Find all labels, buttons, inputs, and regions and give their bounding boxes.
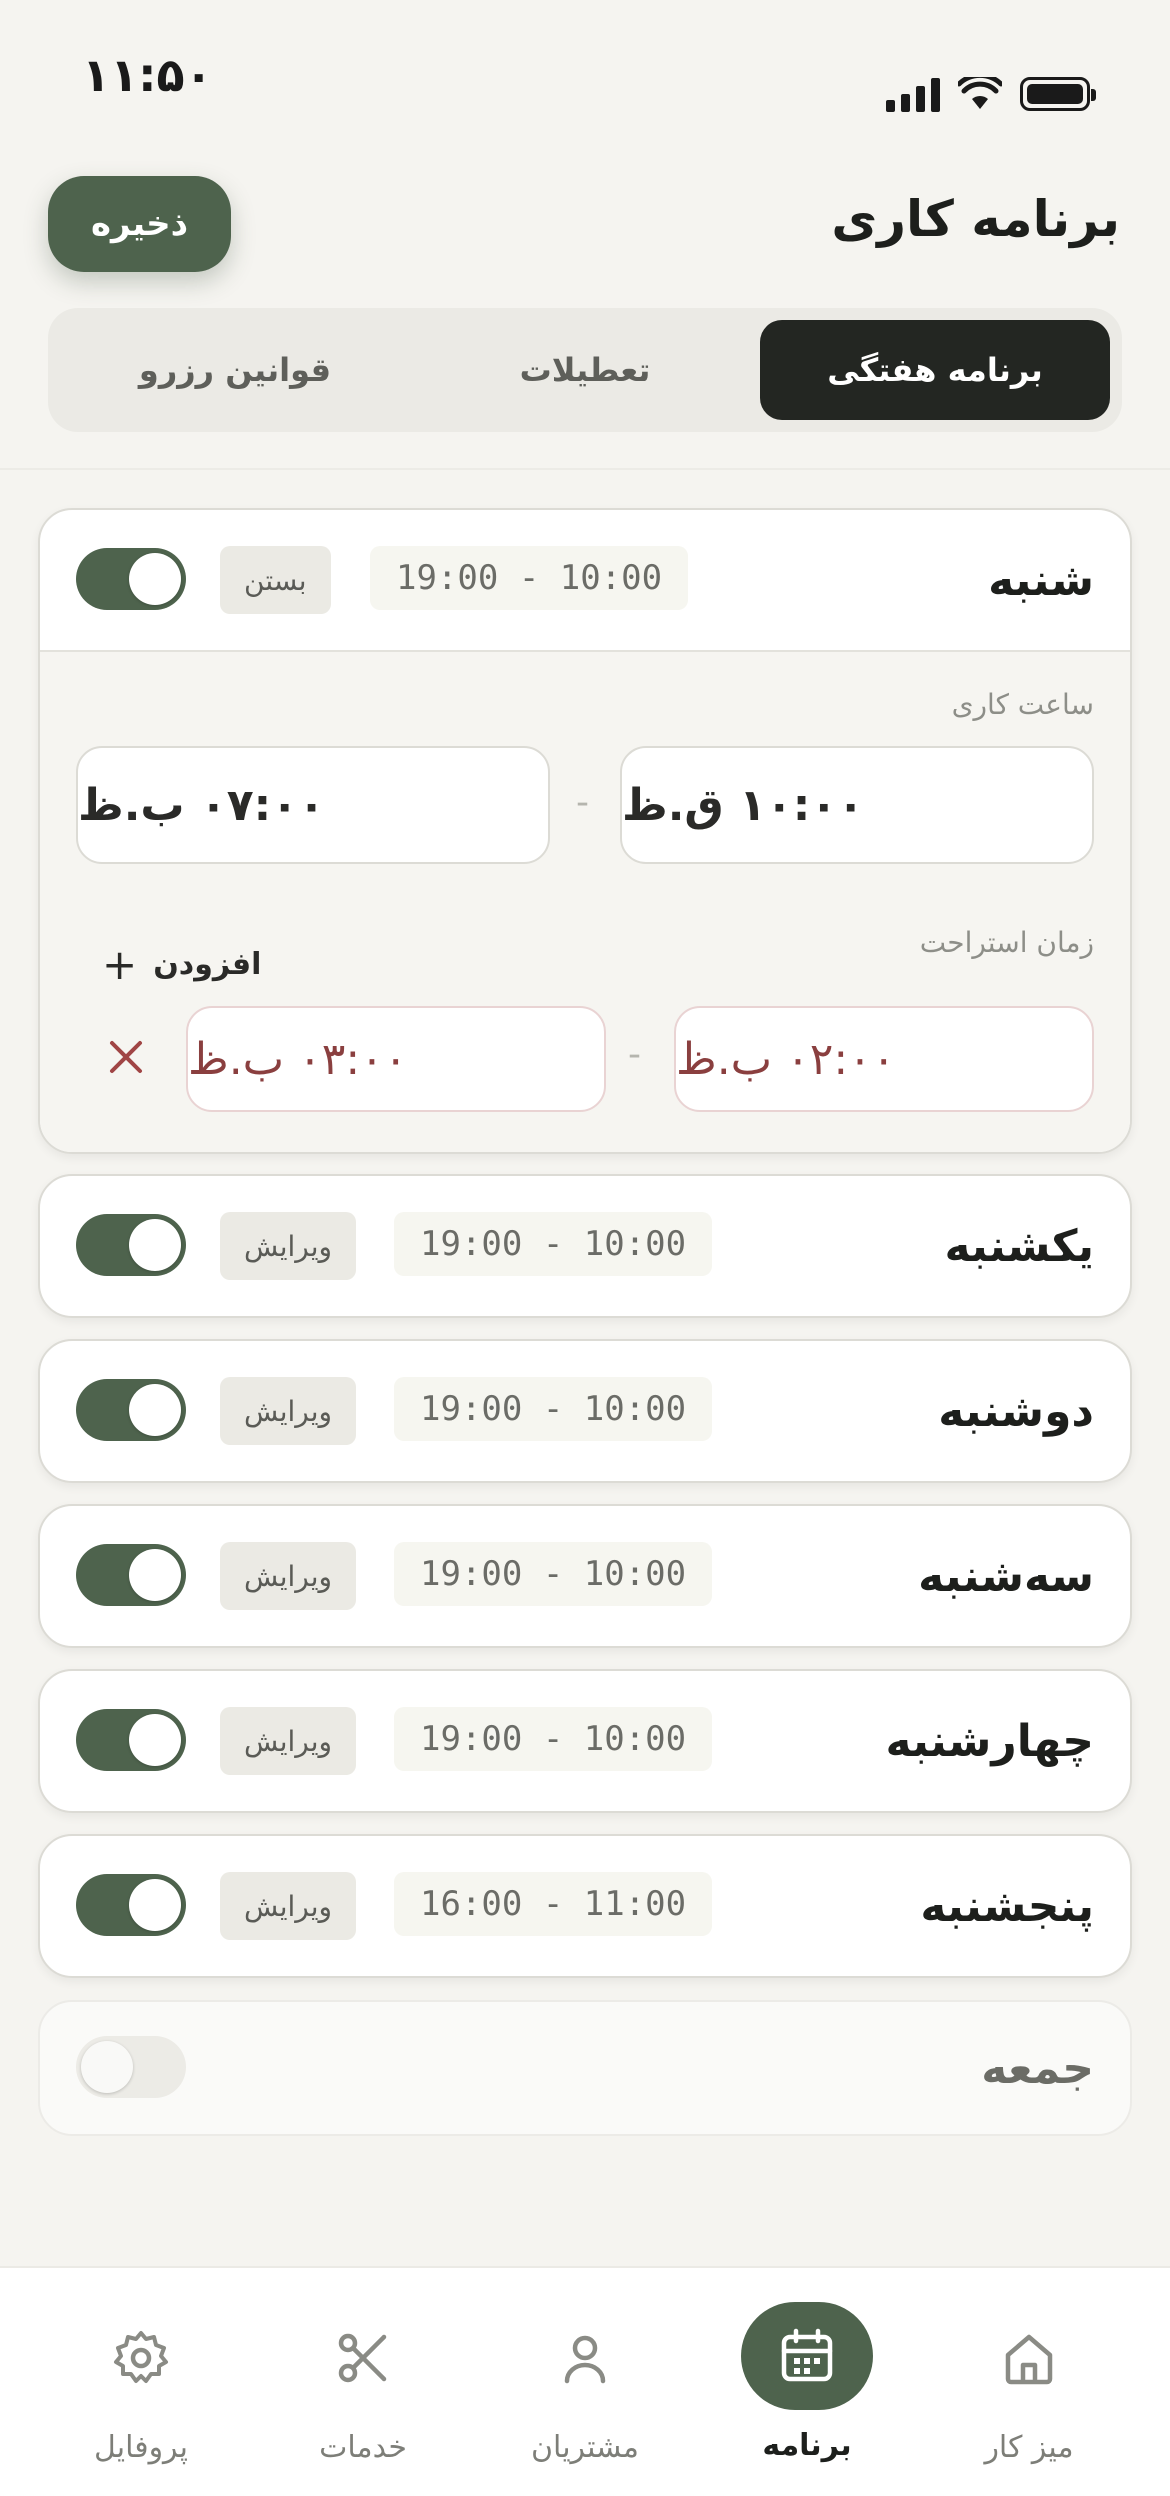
nav-label: میز کار <box>984 2430 1074 2465</box>
close-edit-button[interactable]: بستن <box>220 546 331 614</box>
break-start-field[interactable]: ۰۲:۰۰ ب.ظ <box>674 1006 1094 1112</box>
range-dash: - <box>576 782 589 823</box>
user-icon <box>519 2304 651 2412</box>
nav-label: مشتریان <box>531 2430 639 2465</box>
day-toggle[interactable] <box>76 548 186 610</box>
break-time-label: زمان استراحت <box>919 926 1094 959</box>
scissors-icon <box>297 2304 429 2412</box>
add-break-label: افزودن <box>153 947 262 982</box>
status-bar: ۱۱:۵۰ <box>0 0 1170 150</box>
day-card-thursday: پنجشنبه 16:00 - 11:00 ویرایش <box>38 1834 1132 1978</box>
close-icon[interactable] <box>96 1027 156 1087</box>
time-range: 16:00 - 11:00 <box>394 1872 713 1936</box>
day-row[interactable]: سه‌شنبه 19:00 - 10:00 ویرایش <box>40 1506 1130 1646</box>
end-time-field[interactable]: ۰۷:۰۰ ب.ظ <box>76 746 550 864</box>
header: برنامه کاری ذخیره <box>0 176 1170 276</box>
nav-item-schedule[interactable]: برنامه <box>707 2268 907 2496</box>
day-row[interactable]: پنجشنبه 16:00 - 11:00 ویرایش <box>40 1836 1130 1976</box>
day-toggle[interactable] <box>76 1214 186 1276</box>
day-toggle[interactable] <box>76 1709 186 1771</box>
nav-item-profile[interactable]: پروفایل <box>41 2268 241 2496</box>
day-name: جمعه <box>981 2042 1094 2094</box>
day-row[interactable]: یکشنبه 19:00 - 10:00 ویرایش <box>40 1176 1130 1316</box>
time-range: 19:00 - 10:00 <box>394 1542 713 1606</box>
wifi-icon <box>958 77 1002 109</box>
edit-button[interactable]: ویرایش <box>220 1872 357 1940</box>
time-range: 19:00 - 10:00 <box>394 1212 713 1276</box>
add-break-button[interactable]: + افزودن <box>102 940 261 989</box>
time-range: 19:00 - 10:00 <box>394 1377 713 1441</box>
day-name: چهارشنبه <box>885 1715 1094 1767</box>
nav-label: برنامه <box>762 2428 852 2463</box>
edit-button[interactable]: ویرایش <box>220 1707 357 1775</box>
day-card-friday: جمعه <box>38 2000 1132 2136</box>
day-toggle[interactable] <box>76 2036 186 2098</box>
day-card-wednesday: چهارشنبه 19:00 - 10:00 ویرایش <box>38 1669 1132 1813</box>
bottom-nav: میز کار برنامه مشتریان خدمات پروفایل <box>0 2266 1170 2496</box>
time-range: 19:00 - 10:00 <box>394 1707 713 1771</box>
divider <box>0 468 1170 470</box>
day-card-tuesday: سه‌شنبه 19:00 - 10:00 ویرایش <box>38 1504 1132 1648</box>
tab-booking-rules[interactable]: قوانین رزرو <box>60 320 410 420</box>
day-row[interactable]: جمعه <box>40 2002 1130 2134</box>
status-time: ۱۱:۵۰ <box>82 48 213 102</box>
page-title: برنامه کاری <box>831 190 1120 248</box>
edit-button[interactable]: ویرایش <box>220 1542 357 1610</box>
day-row[interactable]: شنبه 19:00 - 10:00 بستن <box>40 510 1130 650</box>
calendar-icon <box>741 2302 873 2410</box>
home-icon <box>963 2304 1095 2412</box>
battery-icon <box>1020 77 1096 111</box>
working-hours-label: ساعت کاری <box>951 688 1094 721</box>
edit-button[interactable]: ویرایش <box>220 1377 357 1445</box>
gear-icon <box>75 2304 207 2412</box>
day-toggle[interactable] <box>76 1874 186 1936</box>
nav-item-services[interactable]: خدمات <box>263 2268 463 2496</box>
day-name: سه‌شنبه <box>918 1550 1094 1602</box>
day-name: یکشنبه <box>944 1220 1095 1272</box>
save-button[interactable]: ذخیره <box>48 176 231 272</box>
expanded-day-panel: ساعت کاری ۱۰:۰۰ ق.ظ - ۰۷:۰۰ ب.ظ زمان است… <box>40 650 1130 1152</box>
tab-weekly-schedule[interactable]: برنامه هفتگی <box>760 320 1110 420</box>
cellular-signal-icon <box>886 76 940 112</box>
nav-label: خدمات <box>319 2430 407 2465</box>
day-row[interactable]: چهارشنبه 19:00 - 10:00 ویرایش <box>40 1671 1130 1811</box>
day-card-saturday: شنبه 19:00 - 10:00 بستن ساعت کاری ۱۰:۰۰ … <box>38 508 1132 1154</box>
start-time-field[interactable]: ۱۰:۰۰ ق.ظ <box>620 746 1094 864</box>
day-toggle[interactable] <box>76 1544 186 1606</box>
status-icons <box>886 76 1096 112</box>
day-name: شنبه <box>988 554 1094 606</box>
day-card-monday: دوشنبه 19:00 - 10:00 ویرایش <box>38 1339 1132 1483</box>
tab-holidays[interactable]: تعطیلات <box>410 320 760 420</box>
nav-label: پروفایل <box>94 2430 188 2465</box>
break-end-field[interactable]: ۰۳:۰۰ ب.ظ <box>186 1006 606 1112</box>
day-name: دوشنبه <box>938 1385 1094 1437</box>
plus-icon: + <box>102 940 138 989</box>
day-row[interactable]: دوشنبه 19:00 - 10:00 ویرایش <box>40 1341 1130 1481</box>
time-range: 19:00 - 10:00 <box>370 546 689 610</box>
day-card-sunday: یکشنبه 19:00 - 10:00 ویرایش <box>38 1174 1132 1318</box>
day-name: پنجشنبه <box>920 1880 1094 1932</box>
nav-item-dashboard[interactable]: میز کار <box>929 2268 1129 2496</box>
nav-item-customers[interactable]: مشتریان <box>485 2268 685 2496</box>
range-dash: - <box>628 1034 641 1075</box>
edit-button[interactable]: ویرایش <box>220 1212 357 1280</box>
segmented-tabs: برنامه هفتگی تعطیلات قوانین رزرو <box>48 308 1122 432</box>
day-toggle[interactable] <box>76 1379 186 1441</box>
